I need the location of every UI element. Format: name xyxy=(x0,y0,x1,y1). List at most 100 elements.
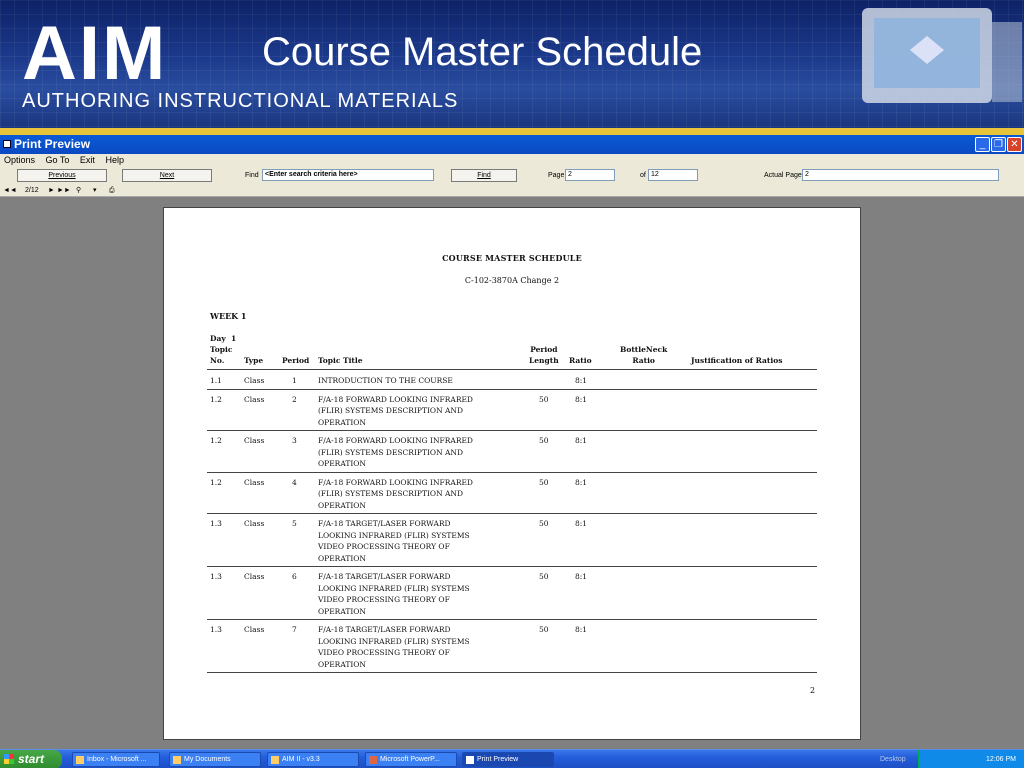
find-input[interactable]: <Enter search criteria here> xyxy=(262,169,434,181)
ratio-cell: 8:1 xyxy=(575,477,588,487)
menu-options[interactable]: Options xyxy=(0,154,39,167)
ratio-cell: 8:1 xyxy=(575,625,588,634)
start-button-label: start xyxy=(18,752,45,766)
page-navigation-bar: ◄◄ 2/12 ► ►► ⚲ ▾ ⎙ xyxy=(0,185,1024,197)
task-label: AIM II - v3.3 xyxy=(282,756,320,763)
zoom-dropdown-icon[interactable]: ▾ xyxy=(93,185,97,197)
ratio-cell: 8:1 xyxy=(575,572,588,581)
topic-title-cell: F/A-18 FORWARD LOOKING INFRARED (FLIR) S… xyxy=(318,477,473,510)
period-cell: 3 xyxy=(292,436,297,445)
previous-button[interactable]: Previous xyxy=(17,169,107,182)
actual-page-input[interactable]: 2 xyxy=(802,169,999,181)
period-length-cell: 50 xyxy=(539,572,549,581)
type-cell: Class xyxy=(244,436,265,445)
period-length-cell: 50 xyxy=(539,519,549,528)
search-toolbar: Previous Next Find <Enter search criteri… xyxy=(0,167,1024,185)
page-input[interactable]: 2 xyxy=(565,169,615,181)
powerpoint-icon xyxy=(369,756,377,764)
header-period-length: Period Length xyxy=(529,345,559,365)
restore-icon[interactable]: ❐ xyxy=(991,137,1006,152)
topic-no-cell: 1.2 xyxy=(210,394,222,404)
gold-stripe xyxy=(0,128,1024,135)
topic-no-cell: 1.2 xyxy=(210,477,222,487)
type-cell: Class xyxy=(244,394,265,404)
period-cell: 4 xyxy=(292,477,297,487)
aim-logo-subtitle: AUTHORING INSTRUCTIONAL MATERIALS xyxy=(22,90,459,112)
ratio-cell: 8:1 xyxy=(575,436,588,445)
app-icon xyxy=(3,140,11,148)
row-rule xyxy=(207,430,817,431)
start-button[interactable]: start xyxy=(0,750,62,768)
task-powerpoint[interactable]: Microsoft PowerP... xyxy=(365,752,457,767)
period-cell: 5 xyxy=(292,519,297,528)
task-inbox-outlook[interactable]: Inbox - Microsoft ... xyxy=(72,752,160,767)
next-button[interactable]: Next xyxy=(122,169,212,182)
clock[interactable]: 12:06 PM xyxy=(986,750,1016,768)
slide-title: Course Master Schedule xyxy=(262,30,703,74)
task-my-documents[interactable]: My Documents xyxy=(169,752,261,767)
period-length-cell: 50 xyxy=(539,436,549,445)
computer-monitor-icon xyxy=(862,8,1022,103)
topic-title-cell: F/A-18 FORWARD LOOKING INFRARED (FLIR) S… xyxy=(318,394,473,427)
next-button-label: Next xyxy=(159,172,175,179)
topic-no-cell: 1.3 xyxy=(210,572,222,581)
ratio-cell: 8:1 xyxy=(575,376,588,385)
period-length-cell: 50 xyxy=(539,625,549,634)
period-length-cell: 50 xyxy=(539,394,549,404)
minimize-icon[interactable]: _ xyxy=(975,137,990,152)
menu-exit[interactable]: Exit xyxy=(76,154,99,167)
row-rule xyxy=(207,619,817,620)
period-cell: 7 xyxy=(292,625,297,634)
topic-title-cell: F/A-18 TARGET/LASER FORWARD LOOKING INFR… xyxy=(318,572,470,616)
ratio-cell: 8:1 xyxy=(575,519,588,528)
header-rule xyxy=(207,369,817,370)
total-pages-field: 12 xyxy=(648,169,698,181)
document-page: COURSE MASTER SCHEDULE C-102-3870A Chang… xyxy=(163,207,861,740)
topic-no-cell: 1.3 xyxy=(210,519,222,528)
task-print-preview[interactable]: Print Preview xyxy=(462,752,554,767)
taskbar: start Inbox - Microsoft ... My Documents… xyxy=(0,749,1024,768)
page-number: 2 xyxy=(810,686,816,695)
menu-go-to[interactable]: Go To xyxy=(42,154,74,167)
menu-bar: Options Go To Exit Help xyxy=(0,154,1024,167)
header-type: Type xyxy=(244,356,264,365)
app-icon xyxy=(466,756,474,764)
aim-banner: AIM AUTHORING INSTRUCTIONAL MATERIALS Co… xyxy=(0,0,1024,128)
find-button-label: Find xyxy=(477,172,491,179)
task-aim[interactable]: AIM II - v3.3 xyxy=(267,752,359,767)
outlook-icon xyxy=(76,756,84,764)
desktop-toolbar-label[interactable]: Desktop xyxy=(880,750,906,768)
topic-title-cell: F/A-18 TARGET/LASER FORWARD LOOKING INFR… xyxy=(318,519,470,563)
window-title: Print Preview xyxy=(14,137,91,151)
topic-no-cell: 1.1 xyxy=(210,376,222,385)
row-rule xyxy=(207,471,817,473)
document-title: COURSE MASTER SCHEDULE xyxy=(442,253,582,263)
windows-flag-icon xyxy=(4,754,14,764)
close-icon[interactable]: ✕ xyxy=(1007,137,1022,152)
zoom-icon[interactable]: ⚲ xyxy=(76,185,81,197)
topic-no-cell: 1.3 xyxy=(210,625,222,634)
type-cell: Class xyxy=(244,376,265,385)
row-rule xyxy=(207,513,817,514)
header-ratio: Ratio xyxy=(569,356,592,365)
previous-button-label: Previous xyxy=(48,172,76,179)
period-length-cell: 50 xyxy=(539,477,549,487)
actual-page-label: Actual Page xyxy=(764,172,802,179)
row-rule xyxy=(207,672,817,673)
task-label: Inbox - Microsoft ... xyxy=(87,756,147,763)
topic-title-cell: F/A-18 TARGET/LASER FORWARD LOOKING INFR… xyxy=(318,625,470,669)
aim-logo: AIM xyxy=(22,11,168,96)
print-icon[interactable]: ⎙ xyxy=(109,185,115,197)
header-period: Period xyxy=(282,356,310,365)
first-page-icon[interactable]: ◄◄ xyxy=(3,185,17,197)
page-indicator: 2/12 xyxy=(25,187,39,194)
last-page-icon[interactable]: ►► xyxy=(57,185,71,197)
menu-help[interactable]: Help xyxy=(101,154,128,167)
system-tray: 12:06 PM xyxy=(918,750,1024,768)
period-cell: 6 xyxy=(292,572,297,581)
find-button[interactable]: Find xyxy=(451,169,517,182)
next-page-icon[interactable]: ► xyxy=(48,185,55,197)
task-label: Print Preview xyxy=(477,756,519,763)
task-label: My Documents xyxy=(184,756,231,763)
window-titlebar[interactable]: Print Preview xyxy=(0,135,1024,154)
